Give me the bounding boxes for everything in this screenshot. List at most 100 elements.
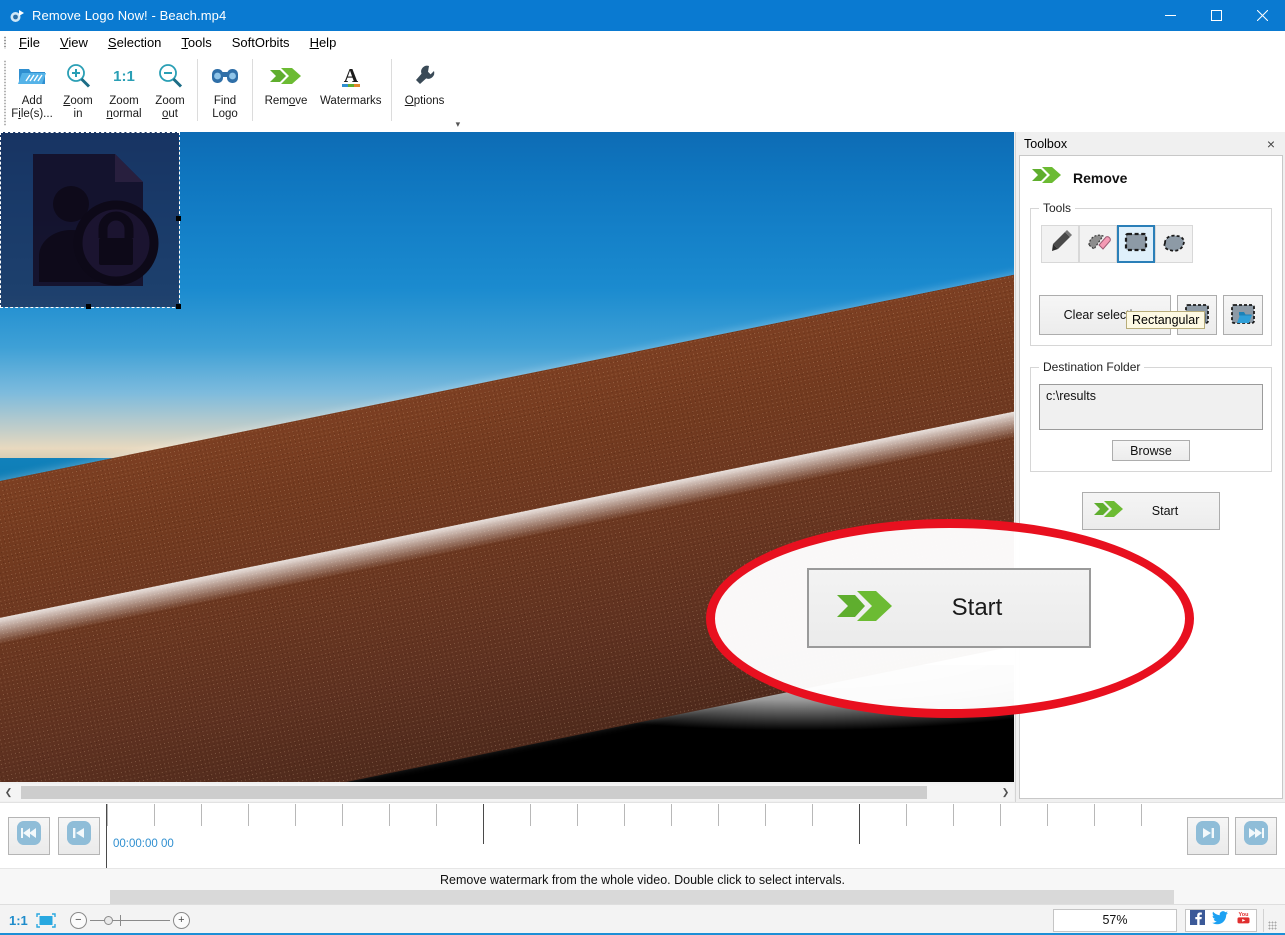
- zoom-slider[interactable]: − +: [70, 912, 190, 929]
- maximize-button[interactable]: [1193, 0, 1239, 31]
- destination-path-field[interactable]: c:\results: [1039, 384, 1263, 430]
- zoom-slider-line: [90, 920, 170, 921]
- go-to-end-button[interactable]: [1235, 817, 1277, 855]
- start-button[interactable]: Start: [1082, 492, 1220, 530]
- start-button-label: Start: [1111, 504, 1219, 518]
- rectangular-selection-icon: [1123, 230, 1149, 259]
- scrollbar-thumb[interactable]: [21, 786, 927, 799]
- skip-to-end-icon: [1243, 820, 1269, 851]
- marker-pen-icon: [1047, 229, 1073, 260]
- previous-frame-icon: [66, 820, 92, 851]
- scroll-left-icon[interactable]: ❮: [0, 784, 17, 801]
- lasso-selection-icon: [1161, 230, 1187, 259]
- start-button-magnified[interactable]: Start: [807, 568, 1091, 648]
- timeline-tick: [530, 804, 531, 826]
- tool-marker-button[interactable]: [1041, 225, 1079, 263]
- find-logo-label: FindLogo: [212, 95, 238, 121]
- ribbon-separator-3: [391, 59, 392, 121]
- menu-item-help[interactable]: Help: [300, 31, 347, 54]
- letter-a-icon: A: [336, 59, 366, 93]
- menu-item-softorbits[interactable]: SoftOrbits: [222, 31, 300, 54]
- zoom-normal-button[interactable]: 1:1 Zoomnormal: [101, 54, 147, 130]
- status-zoom-ratio-label[interactable]: 1:1: [9, 913, 28, 928]
- window-title: Remove Logo Now! - Beach.mp4: [32, 8, 226, 23]
- timeline-tick: [342, 804, 343, 826]
- menu-label-view-rest: iew: [68, 35, 88, 50]
- status-bar: 1:1 − + 57%: [0, 904, 1285, 935]
- timeline-tick: [248, 804, 249, 826]
- timeline-ruler[interactable]: 00:00:00 00: [106, 804, 1181, 868]
- rectangular-tooltip: Rectangular: [1126, 311, 1205, 329]
- destination-folder-label: Destination Folder: [1039, 360, 1144, 374]
- options-button[interactable]: Options: [396, 54, 454, 130]
- menu-grip-handle[interactable]: [0, 31, 9, 54]
- load-selection-button[interactable]: [1223, 295, 1263, 335]
- timeline-tick: [953, 804, 954, 826]
- toolbox-section-header: Remove: [1020, 156, 1282, 195]
- find-logo-button[interactable]: FindLogo: [202, 54, 248, 130]
- ribbon-overflow-icon[interactable]: ▾: [456, 120, 461, 128]
- title-bar: Remove Logo Now! - Beach.mp4: [0, 0, 1285, 31]
- tool-eraser-button[interactable]: [1079, 225, 1117, 263]
- timeline-tick: [389, 804, 390, 826]
- timeline-track-strip[interactable]: [0, 890, 1285, 904]
- browse-button[interactable]: Browse: [1112, 440, 1190, 461]
- zoom-in-button[interactable]: Zoomin: [55, 54, 101, 130]
- twitter-icon[interactable]: [1212, 911, 1228, 930]
- next-frame-button[interactable]: [1187, 817, 1229, 855]
- marquee-handle-corner[interactable]: [176, 304, 181, 309]
- previous-frame-button[interactable]: [58, 817, 100, 855]
- zoom-slider-knob[interactable]: [104, 916, 113, 925]
- add-files-button[interactable]: AddFile(s)...: [9, 54, 55, 130]
- resize-grip[interactable]: [1263, 909, 1279, 932]
- load-selection-icon: [1230, 303, 1256, 328]
- toolbox-header: Toolbox ×: [1016, 132, 1285, 155]
- skip-to-start-icon: [16, 820, 42, 851]
- add-files-label: AddFile(s)...: [11, 95, 53, 121]
- zoom-in-icon[interactable]: +: [173, 912, 190, 929]
- remove-button[interactable]: Remove: [257, 54, 315, 130]
- menu-item-tools[interactable]: Tools: [171, 31, 221, 54]
- remove-label: Remove: [265, 95, 308, 108]
- watermarks-label: Watermarks: [320, 95, 382, 108]
- zoom-out-button[interactable]: Zoomout: [147, 54, 193, 130]
- minimize-button[interactable]: [1147, 0, 1193, 31]
- scroll-right-icon[interactable]: ❯: [997, 784, 1014, 801]
- wrench-icon: [412, 59, 438, 93]
- tool-rectangular-button[interactable]: [1117, 225, 1155, 263]
- scrollbar-track[interactable]: [17, 784, 997, 801]
- marquee-handle-bottom[interactable]: [86, 304, 91, 309]
- timeline-tick: [624, 804, 625, 826]
- close-button[interactable]: [1239, 0, 1285, 31]
- marquee-handle-right[interactable]: [176, 216, 181, 221]
- watermarks-button[interactable]: A Watermarks: [315, 54, 387, 130]
- zoom-percent-field[interactable]: 57%: [1053, 909, 1177, 932]
- timeline-tick: [1000, 804, 1001, 826]
- green-arrow-icon: [1031, 164, 1063, 191]
- timeline-tick: [906, 804, 907, 826]
- selection-marquee[interactable]: [0, 132, 180, 308]
- go-to-start-button[interactable]: [8, 817, 50, 855]
- menu-item-selection[interactable]: Selection: [98, 31, 171, 54]
- ribbon-separator-1: [197, 59, 198, 121]
- zoom-out-icon[interactable]: −: [70, 912, 87, 929]
- menu-label-tools-rest: ools: [188, 35, 212, 50]
- youtube-icon[interactable]: You: [1235, 910, 1252, 930]
- timeline-tick: [107, 804, 108, 826]
- close-icon[interactable]: ×: [1263, 137, 1279, 151]
- timeline-tick: [718, 804, 719, 826]
- green-arrow-icon: [268, 59, 304, 93]
- facebook-icon[interactable]: [1190, 910, 1205, 930]
- hint-text: Remove watermark from the whole video. D…: [440, 873, 845, 887]
- menu-item-view[interactable]: View: [50, 31, 98, 54]
- ribbon-grip-handle[interactable]: [0, 54, 9, 132]
- timeline-tick: [671, 804, 672, 826]
- timeline-tick: [295, 804, 296, 826]
- zoom-slider-track[interactable]: [90, 912, 170, 929]
- fit-to-window-icon[interactable]: [36, 913, 56, 928]
- tool-lasso-button[interactable]: [1155, 225, 1193, 263]
- zoom-out-icon: [156, 59, 184, 93]
- menu-item-file[interactable]: File: [9, 31, 50, 54]
- canvas-horizontal-scrollbar[interactable]: ❮ ❯: [0, 784, 1014, 801]
- timeline-bar: 00:00:00 00: [0, 802, 1285, 868]
